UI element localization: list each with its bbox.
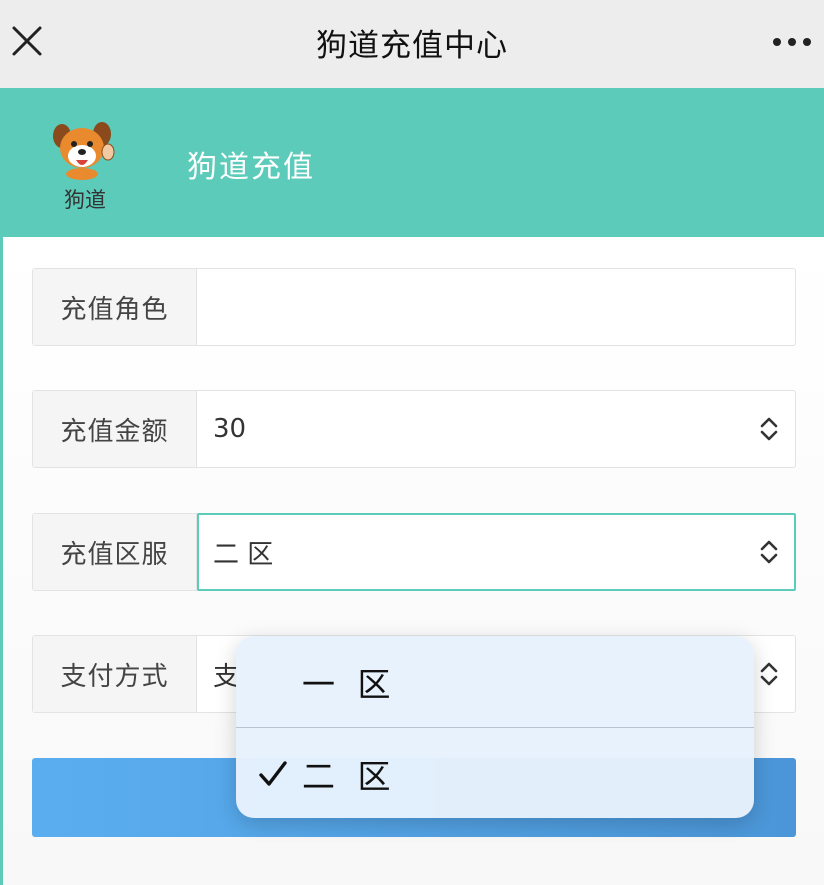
picker-option-label: 一 区 xyxy=(302,664,397,704)
chevron-up-down-icon xyxy=(760,662,778,686)
checkmark-icon xyxy=(259,761,287,786)
server-row: 充值区服 二 区 xyxy=(32,513,796,591)
server-value: 二 区 xyxy=(213,539,274,570)
server-label: 充值区服 xyxy=(33,514,197,590)
dog-mascot-icon xyxy=(53,122,115,180)
picker-option-2[interactable]: 二 区 xyxy=(236,728,754,818)
amount-select[interactable]: 30 xyxy=(197,391,795,467)
amount-row: 充值金额 30 xyxy=(32,390,796,468)
page-title: 狗道充值中心 xyxy=(316,28,508,64)
amount-value: 30 xyxy=(213,414,247,444)
app-header xyxy=(0,88,824,237)
picker-option-label: 二 区 xyxy=(302,756,397,796)
server-select[interactable]: 二 区 xyxy=(197,514,795,590)
server-picker: 一 区 二 区 xyxy=(236,636,754,818)
logo-text: 狗道 xyxy=(64,188,106,212)
dog-logo: 狗道 xyxy=(50,120,120,212)
amount-label: 充值金额 xyxy=(33,391,197,467)
more-button[interactable] xyxy=(772,28,812,56)
chevron-up-down-icon xyxy=(760,540,778,564)
header-title: 狗道充值 xyxy=(187,150,315,185)
chevron-up-down-icon xyxy=(760,417,778,441)
payment-label: 支付方式 xyxy=(33,636,197,712)
role-label: 充值角色 xyxy=(33,269,197,345)
picker-option-1[interactable]: 一 区 xyxy=(236,636,754,727)
role-row: 充值角色 xyxy=(32,268,796,346)
more-icon xyxy=(773,38,811,46)
title-bar: 狗道充值中心 xyxy=(0,0,824,88)
role-input[interactable] xyxy=(197,269,795,345)
